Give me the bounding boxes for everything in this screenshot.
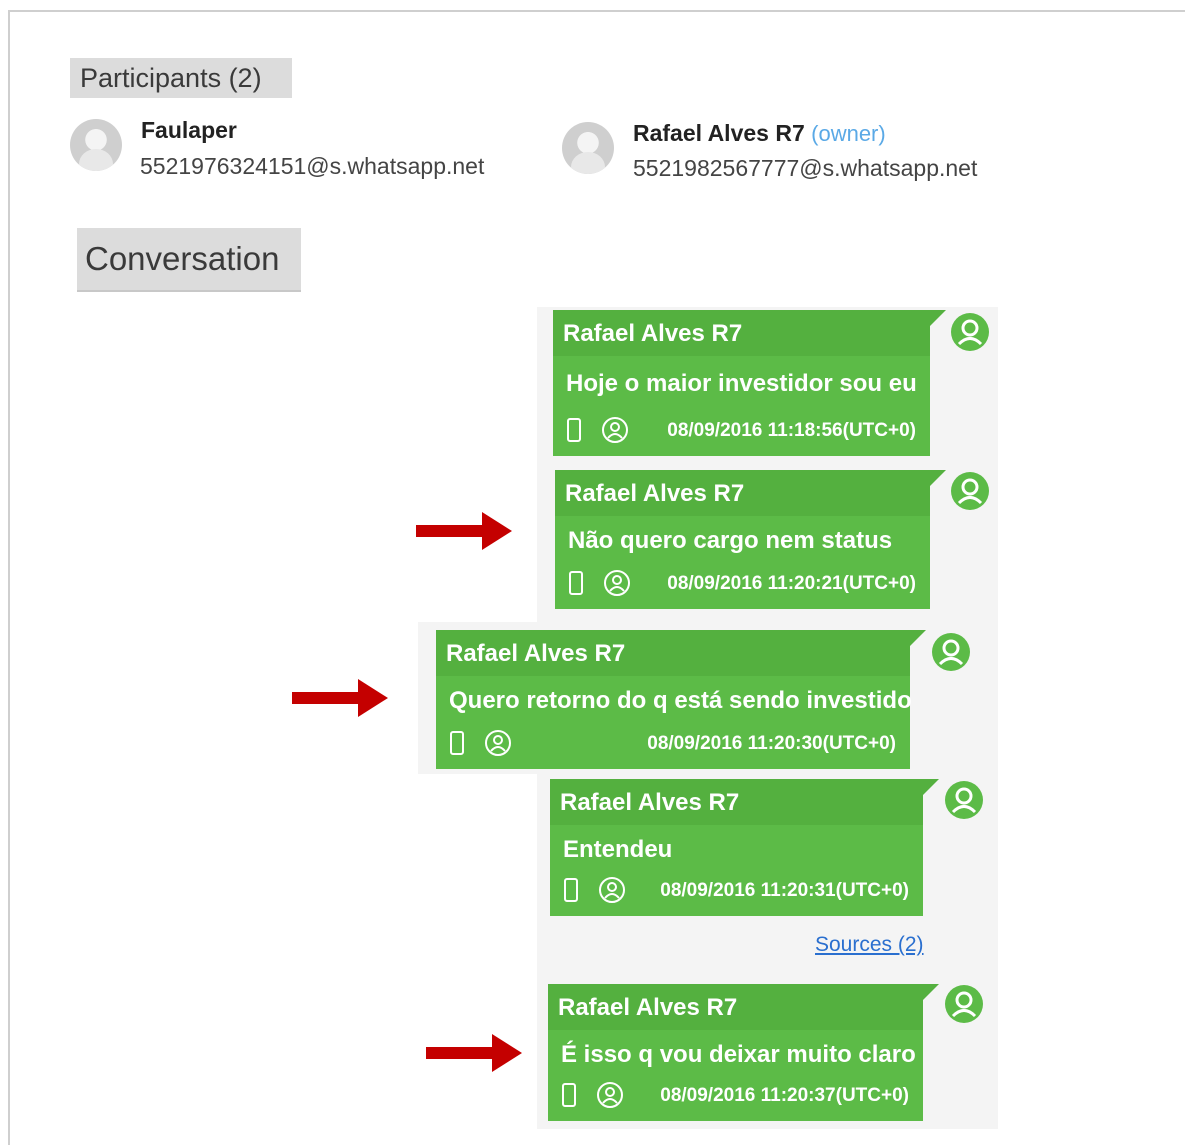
right-arrow-icon [416,512,512,550]
message-meta: 08/09/2016 11:20:37(UTC+0) [558,1081,913,1113]
default-avatar-icon [562,122,614,174]
user-circle-icon [951,313,989,351]
default-avatar-icon [70,119,122,171]
phone-icon [450,731,464,755]
participant-id: 5521982567777@s.whatsapp.net [633,155,978,181]
message-bubble: Rafael Alves R7 Quero retorno do q está … [436,630,912,769]
owner-tag: (owner) [811,121,886,146]
phone-icon [569,571,583,595]
message-bubble: Rafael Alves R7 É isso q vou deixar muit… [548,984,923,1121]
message-timestamp: 08/09/2016 11:20:21(UTC+0) [667,573,916,594]
participant-name: Faulaper [141,117,237,143]
group-icon [485,730,511,756]
message-sender: Rafael Alves R7 [565,480,745,507]
user-circle-icon [945,985,983,1023]
bubble-tail [930,470,946,486]
user-circle-icon [945,781,983,819]
message-meta: 08/09/2016 11:20:30(UTC+0) [446,729,900,761]
message-bubble: Rafael Alves R7 Não quero cargo nem stat… [555,470,930,609]
phone-icon [562,1083,576,1107]
participants-heading: Participants (2) [70,58,292,98]
bubble-tail [923,779,939,795]
message-timestamp: 08/09/2016 11:20:30(UTC+0) [647,733,896,754]
message-sender: Rafael Alves R7 [560,789,740,816]
message-bubble: Rafael Alves R7 Entendeu 08/09/2016 11:2… [550,779,923,916]
message-sender: Rafael Alves R7 [563,320,743,347]
message-meta: 08/09/2016 11:20:21(UTC+0) [565,569,920,601]
message-text: É isso q vou deixar muito claro [561,1041,916,1068]
message-text: Entendeu [563,836,673,863]
participant-id: 5521976324151@s.whatsapp.net [140,153,485,179]
message-text: Quero retorno do q está sendo investido [449,687,912,714]
bubble-tail [923,984,939,1000]
bubble-tail [930,310,946,326]
message-sender: Rafael Alves R7 [558,994,738,1021]
group-icon [604,570,630,596]
sources-link[interactable]: Sources (2) [815,933,924,957]
bubble-tail [910,630,926,646]
message-meta: 08/09/2016 11:18:56(UTC+0) [563,416,920,448]
group-icon [602,417,628,443]
participant-name-text: Rafael Alves R7 [633,120,805,146]
phone-icon [567,418,581,442]
message-bubble: Rafael Alves R7 Hoje o maior investidor … [553,310,930,456]
message-text: Não quero cargo nem status [568,527,893,554]
conversation-heading: Conversation [77,228,301,292]
message-timestamp: 08/09/2016 11:20:31(UTC+0) [660,880,909,901]
group-icon [597,1082,623,1108]
message-sender: Rafael Alves R7 [446,640,626,667]
message-timestamp: 08/09/2016 11:18:56(UTC+0) [667,420,916,441]
user-circle-icon [951,472,989,510]
participant-name: Rafael Alves R7 (owner) [633,120,886,147]
right-arrow-icon [426,1034,522,1072]
phone-icon [564,878,578,902]
message-meta: 08/09/2016 11:20:31(UTC+0) [560,876,913,908]
message-timestamp: 08/09/2016 11:20:37(UTC+0) [660,1085,909,1106]
group-icon [599,877,625,903]
message-text: Hoje o maior investidor sou eu [566,370,917,397]
right-arrow-icon [292,679,388,717]
user-circle-icon [932,633,970,671]
